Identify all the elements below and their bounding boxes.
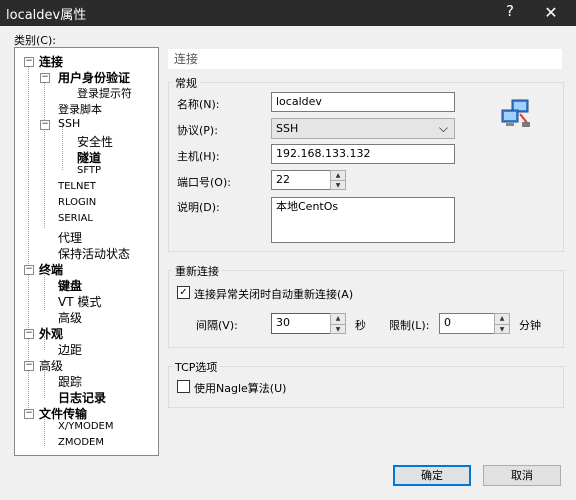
tree-item-serial[interactable]: SERIAL — [58, 213, 93, 224]
panel-header: 连接 — [168, 49, 562, 69]
tree-item-tunnel[interactable]: 隧道 — [77, 149, 101, 166]
tree-item-connection[interactable]: 连接 — [39, 53, 63, 70]
nagle-checkbox[interactable] — [177, 380, 190, 393]
description-label: 说明(D): — [177, 201, 220, 214]
spin-down-icon[interactable]: ▼ — [331, 181, 345, 190]
title-bar: localdev属性 ? ✕ — [0, 0, 576, 26]
port-label: 端口号(O): — [177, 176, 231, 189]
reconnect-checkbox[interactable]: ✓ — [177, 286, 190, 299]
tree-item-zmodem[interactable]: ZMODEM — [58, 437, 104, 448]
spin-down-icon[interactable]: ▼ — [331, 325, 345, 335]
tree-item-keyboard[interactable]: 键盘 — [58, 277, 82, 294]
tree-item-security[interactable]: 安全性 — [77, 133, 113, 150]
port-field[interactable]: 22 — [271, 170, 331, 190]
tree-item-login-prompt[interactable]: 登录提示符 — [77, 85, 132, 101]
tree-item-user-auth[interactable]: 用户身份验证 — [58, 69, 130, 86]
nagle-label: 使用Nagle算法(U) — [194, 382, 287, 395]
spin-up-icon[interactable]: ▲ — [495, 314, 509, 325]
tcp-group-label: TCP选项 — [172, 359, 221, 375]
collapse-auth-icon[interactable]: − — [40, 73, 50, 83]
reconnect-group-label: 重新连接 — [172, 263, 222, 279]
ok-button[interactable]: 确定 — [393, 465, 471, 486]
collapse-appearance-icon[interactable]: − — [24, 329, 34, 339]
name-field[interactable]: localdev — [271, 92, 455, 112]
host-label: 主机(H): — [177, 150, 220, 163]
protocol-value: SSH — [276, 122, 299, 135]
host-field[interactable]: 192.168.133.132 — [271, 144, 455, 164]
limit-label: 限制(L): — [389, 319, 430, 332]
reconnect-label: 连接异常关闭时自动重新连接(A) — [194, 288, 354, 301]
spin-down-icon[interactable]: ▼ — [495, 325, 509, 335]
tree-item-margin[interactable]: 边距 — [58, 341, 82, 358]
general-group-label: 常规 — [172, 75, 200, 91]
cancel-button[interactable]: 取消 — [483, 465, 561, 486]
interval-field[interactable]: 30 — [271, 313, 331, 334]
spin-up-icon[interactable]: ▲ — [331, 314, 345, 325]
port-spinner[interactable]: ▲ ▼ — [330, 170, 346, 190]
tree-item-login-script[interactable]: 登录脚本 — [58, 101, 102, 117]
tree-item-proxy[interactable]: 代理 — [58, 229, 82, 246]
collapse-terminal-icon[interactable]: − — [24, 265, 34, 275]
interval-label: 间隔(V): — [196, 319, 238, 332]
interval-spinner[interactable]: ▲ ▼ — [330, 313, 346, 334]
collapse-file-transfer-icon[interactable]: − — [24, 409, 34, 419]
tree-item-ssh[interactable]: SSH — [58, 117, 80, 130]
tree-item-keepalive[interactable]: 保持活动状态 — [58, 245, 130, 262]
help-icon[interactable]: ? — [506, 2, 514, 20]
chevron-down-icon: ⌵ — [438, 121, 448, 135]
tree-item-log[interactable]: 日志记录 — [58, 389, 106, 406]
tree-item-rlogin[interactable]: RLOGIN — [58, 197, 96, 208]
seconds-label: 秒 — [355, 319, 366, 332]
tree-item-terminal[interactable]: 终端 — [39, 261, 63, 278]
tree-item-vt-mode[interactable]: VT 模式 — [58, 293, 101, 310]
collapse-ssh-icon[interactable]: − — [40, 120, 50, 130]
description-field[interactable]: 本地CentOs — [271, 197, 455, 243]
reconnect-group — [168, 270, 564, 348]
tree-item-telnet[interactable]: TELNET — [58, 181, 96, 192]
tree-item-advanced[interactable]: 高级 — [39, 357, 63, 374]
collapse-connection-icon[interactable]: − — [24, 57, 34, 67]
tree-item-sftp[interactable]: SFTP — [77, 165, 101, 176]
name-label: 名称(N): — [177, 98, 220, 111]
tree-item-xymodem[interactable]: X/YMODEM — [58, 421, 113, 432]
protocol-select[interactable]: SSH ⌵ — [271, 118, 455, 139]
category-tree[interactable]: − 连接 − 用户身份验证 登录提示符 登录脚本 − SSH 安全性 隧道 SF… — [14, 47, 159, 456]
spin-up-icon[interactable]: ▲ — [331, 171, 345, 181]
minutes-label: 分钟 — [519, 319, 541, 332]
collapse-advanced-icon[interactable]: − — [24, 361, 34, 371]
tree-item-file-transfer[interactable]: 文件传输 — [39, 405, 87, 422]
close-icon[interactable]: ✕ — [536, 0, 566, 26]
protocol-label: 协议(P): — [177, 124, 218, 137]
tree-item-advanced-terminal[interactable]: 高级 — [58, 309, 82, 326]
window-title: localdev属性 — [6, 8, 87, 23]
tree-item-trace[interactable]: 跟踪 — [58, 373, 82, 390]
limit-spinner[interactable]: ▲ ▼ — [494, 313, 510, 334]
limit-field[interactable]: 0 — [439, 313, 495, 334]
network-icon — [500, 98, 532, 130]
tree-item-appearance[interactable]: 外观 — [39, 325, 63, 342]
category-label: 类别(C): — [14, 34, 56, 47]
